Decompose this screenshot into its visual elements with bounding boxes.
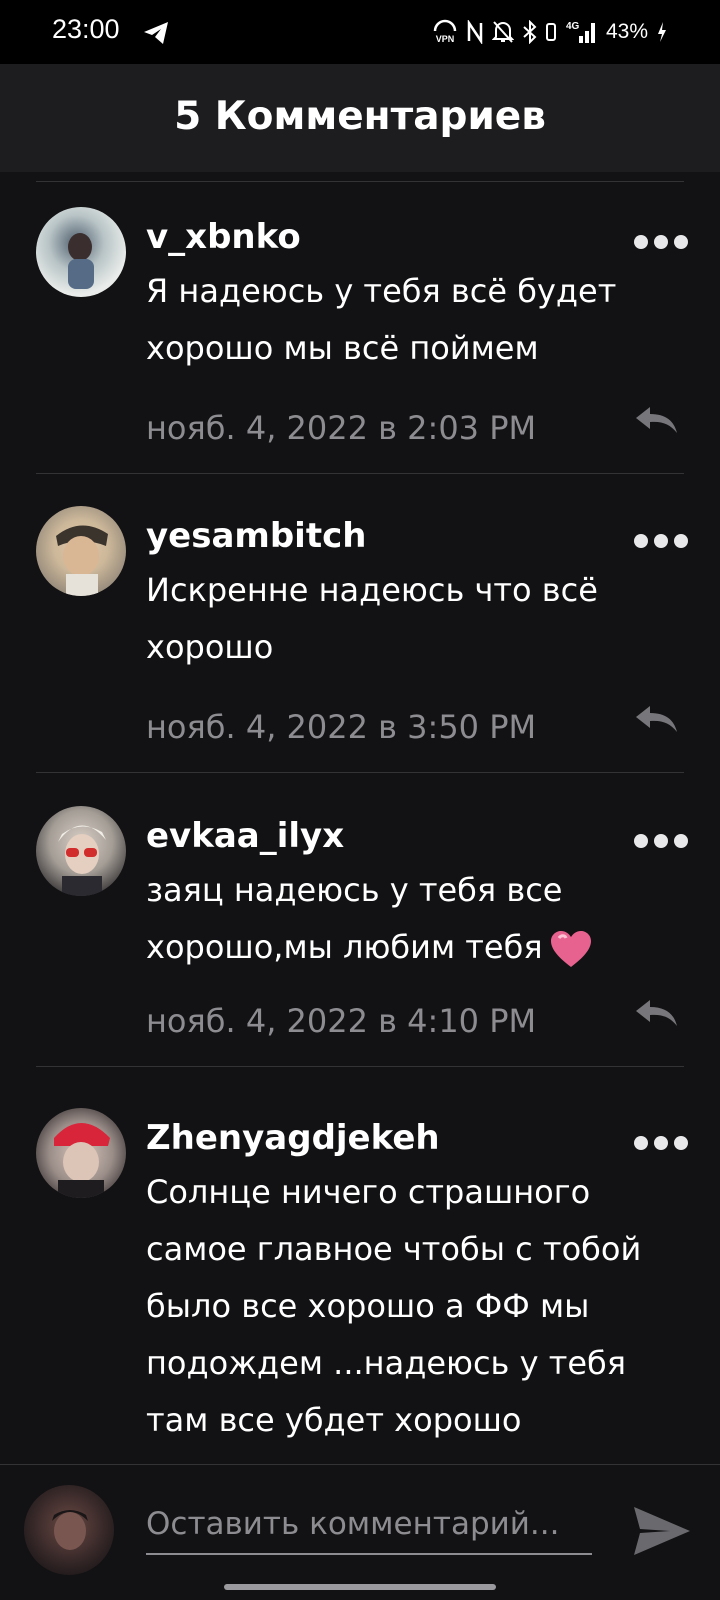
send-icon[interactable] xyxy=(630,1501,694,1561)
comment-text-content: заяц надеюсь у тебя все хорошо,мы любим … xyxy=(146,871,563,966)
page-title: 5 Комментариев xyxy=(174,94,546,139)
my-avatar[interactable] xyxy=(24,1485,114,1575)
comment-date: нояб. 4, 2022 в 3:50 PM xyxy=(146,708,537,746)
comment-input[interactable] xyxy=(146,1495,592,1555)
vpn-icon: VPN xyxy=(433,19,457,44)
comment-username[interactable]: v_xbnko xyxy=(146,217,301,257)
divider xyxy=(36,772,684,773)
comment-date: нояб. 4, 2022 в 4:10 PM xyxy=(146,1002,537,1040)
comment-date: нояб. 4, 2022 в 2:03 PM xyxy=(146,409,537,447)
reply-icon[interactable] xyxy=(632,702,680,736)
svg-text:VPN: VPN xyxy=(436,34,455,44)
more-options-icon[interactable] xyxy=(632,832,690,850)
heart-icon xyxy=(550,931,591,967)
comment-username[interactable]: yesambitch xyxy=(146,516,366,556)
comment-username[interactable]: evkaa_ilyx xyxy=(146,816,344,856)
comment-text: Солнце ничего страшного самое главное чт… xyxy=(146,1173,642,1439)
comments-list[interactable]: v_xbnko Я надеюсь у тебя всё будет хорош… xyxy=(0,172,720,1462)
comment-username[interactable]: Zhenyagdjekeh xyxy=(146,1118,440,1158)
telegram-icon xyxy=(144,22,168,44)
reply-icon[interactable] xyxy=(632,403,680,437)
home-indicator[interactable] xyxy=(224,1584,496,1590)
comment-text: заяц надеюсь у тебя все хорошо,мы любим … xyxy=(146,862,686,976)
divider xyxy=(36,1066,684,1067)
mute-icon xyxy=(491,21,514,43)
avatar[interactable] xyxy=(36,806,126,896)
comment-text: Я надеюсь у тебя всё будет хорошо мы всё… xyxy=(146,272,617,367)
nfc-icon xyxy=(467,20,483,44)
avatar[interactable] xyxy=(36,1108,126,1198)
avatar[interactable] xyxy=(36,207,126,297)
vibrate-icon xyxy=(545,23,556,41)
comments-header: 5 Комментариев xyxy=(0,64,720,172)
status-bar: 23:00 VPN 4G 43% xyxy=(0,0,720,64)
more-options-icon[interactable] xyxy=(632,1134,690,1152)
divider xyxy=(36,181,684,182)
battery-charging-icon xyxy=(658,22,666,42)
status-icons: VPN 4G 43% xyxy=(432,16,668,48)
signal-icon: 4G xyxy=(566,21,595,43)
status-time: 23:00 xyxy=(52,14,120,44)
avatar[interactable] xyxy=(36,506,126,596)
reply-icon[interactable] xyxy=(632,996,680,1030)
more-options-icon[interactable] xyxy=(632,532,690,550)
svg-text:4G: 4G xyxy=(566,21,580,32)
divider xyxy=(36,473,684,474)
comment-text: Искренне надеюсь что всё хорошо xyxy=(146,571,598,666)
battery-percentage: 43% xyxy=(605,20,648,43)
bluetooth-icon xyxy=(523,20,537,44)
more-options-icon[interactable] xyxy=(632,233,690,251)
comment-composer xyxy=(0,1464,720,1600)
